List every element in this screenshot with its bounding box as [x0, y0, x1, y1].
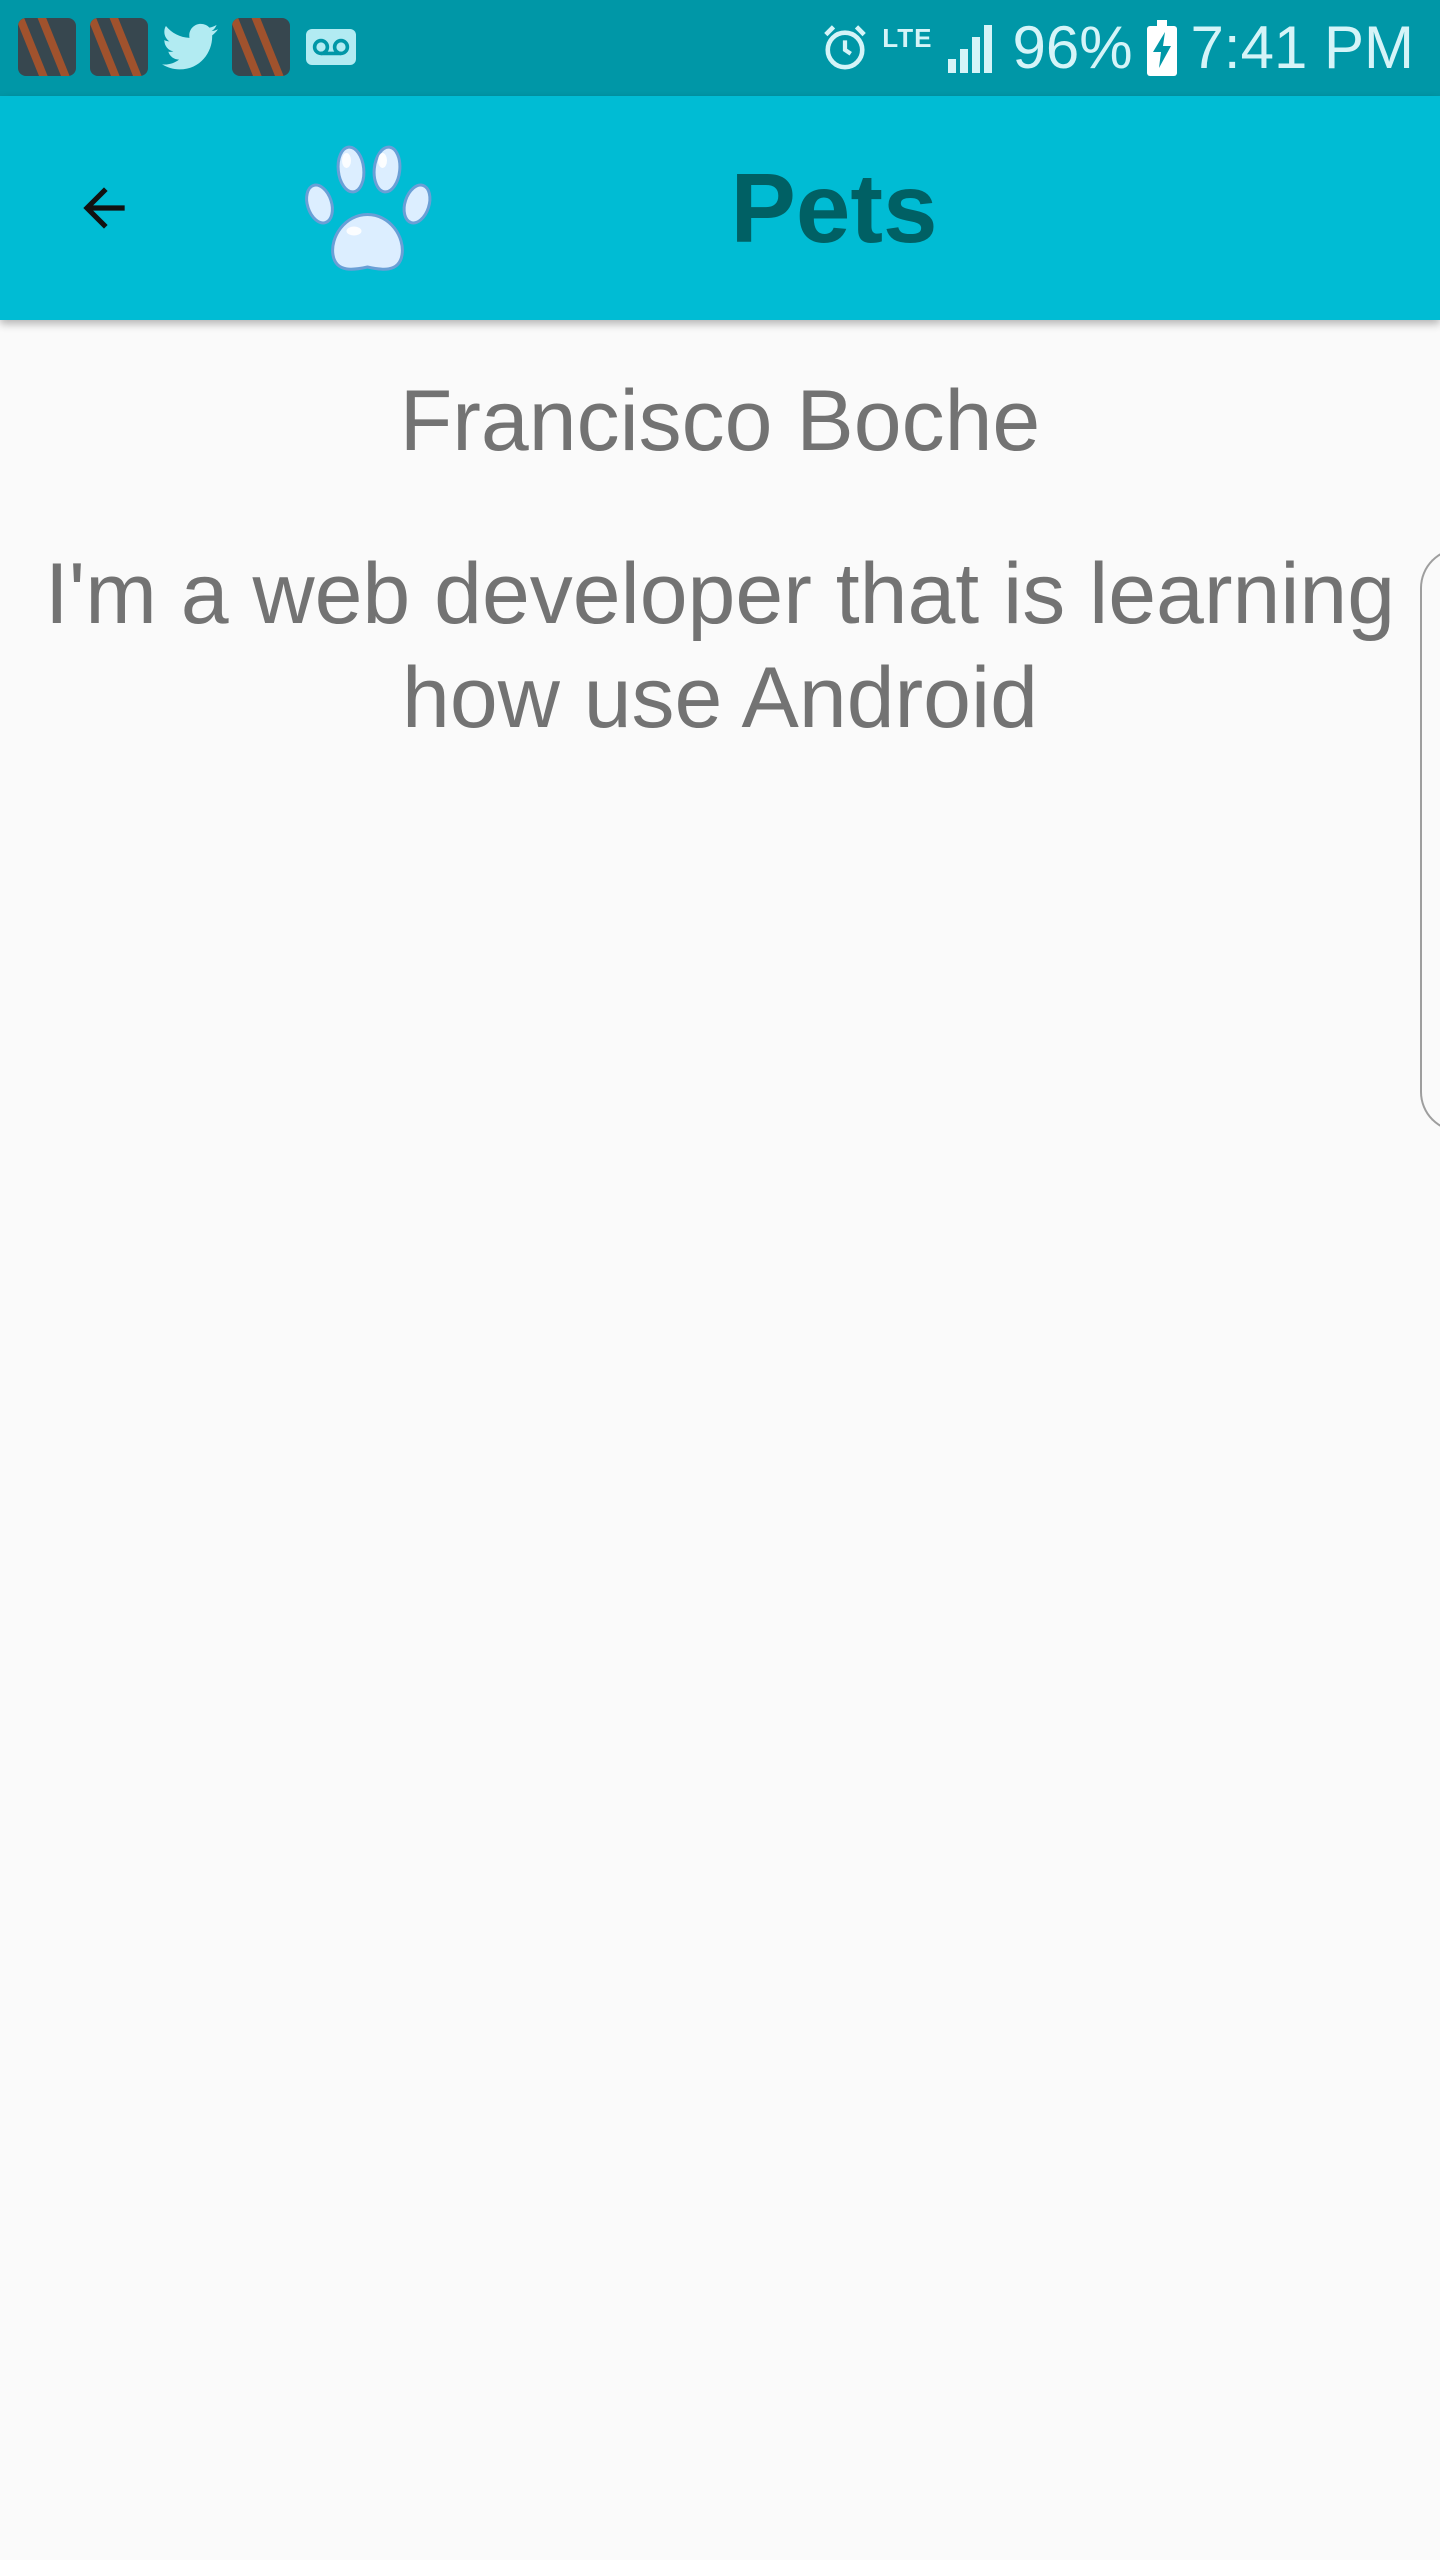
notification-icons	[18, 18, 358, 76]
battery-percentage: 96%	[1012, 14, 1133, 81]
app-notification-icon	[90, 18, 148, 76]
network-type: LTE	[882, 23, 933, 53]
page-title: Pets	[730, 152, 938, 263]
back-button[interactable]	[44, 148, 164, 268]
status-bar: LTE 96% 7:41 PM	[0, 0, 1440, 96]
app-notification-icon	[232, 18, 290, 76]
alarm-icon	[822, 23, 868, 73]
profile-bio: I'm a web developer that is learning how…	[44, 546, 1396, 746]
twitter-icon	[162, 23, 218, 71]
edge-panel-handle[interactable]	[1420, 548, 1440, 1132]
toolbar: Pets	[0, 96, 1440, 320]
app-notification-icon	[18, 18, 76, 76]
battery-charging-icon	[1146, 20, 1177, 76]
screen: LTE 96% 7:41 PM Pets Francisco Boche I'm…	[0, 0, 1440, 2560]
arrow-back-icon	[83, 187, 125, 229]
voicemail-icon	[304, 27, 358, 67]
clock: 7:41 PM	[1190, 14, 1414, 81]
profile-name: Francisco Boche	[399, 373, 1041, 469]
system-status: LTE 96% 7:41 PM	[822, 0, 1414, 96]
paw-icon	[300, 132, 435, 282]
signal-icon	[946, 23, 998, 73]
